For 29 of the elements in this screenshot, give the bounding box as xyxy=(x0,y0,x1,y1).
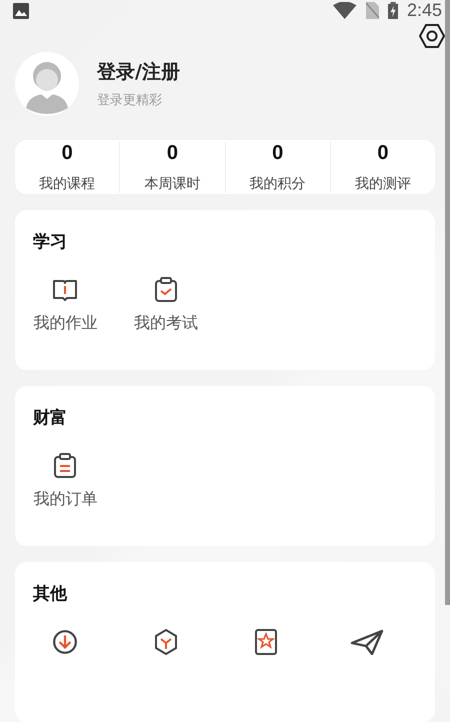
login-register-link[interactable]: 登录/注册 xyxy=(97,59,180,86)
book-icon[interactable] xyxy=(52,277,78,303)
stat-label[interactable]: 我的测评 xyxy=(354,174,411,193)
menu-item-label[interactable]: 我的作业 xyxy=(33,313,98,334)
menu-item-label[interactable]: 我的订单 xyxy=(33,489,98,510)
menu-item-label[interactable]: 我的考试 xyxy=(134,313,198,334)
stat-label[interactable]: 我的课程 xyxy=(39,174,96,193)
section-title: 财富 xyxy=(33,408,67,428)
stat-value: 0 xyxy=(166,142,178,165)
clipboard-list-icon[interactable] xyxy=(52,453,78,479)
battery-charging-icon xyxy=(388,2,398,19)
profile-subtitle: 登录更精彩 xyxy=(97,92,163,110)
stat-value: 0 xyxy=(272,142,284,165)
stat-label[interactable]: 我的积分 xyxy=(250,174,306,193)
stat-value: 0 xyxy=(377,142,388,165)
stat-label[interactable]: 本周课时 xyxy=(144,174,200,193)
star-card-icon[interactable] xyxy=(253,629,280,655)
no-sim-icon xyxy=(366,2,379,19)
image-icon xyxy=(13,2,29,18)
settings-icon[interactable] xyxy=(419,24,445,48)
paper-plane-icon[interactable] xyxy=(350,629,384,655)
stat-value: 0 xyxy=(62,142,73,165)
hexagon-icon[interactable] xyxy=(152,629,179,655)
clipboard-check-icon[interactable] xyxy=(152,277,179,303)
download-icon[interactable] xyxy=(52,629,78,655)
section-title: 学习 xyxy=(33,232,67,252)
clock-time: 2:45 xyxy=(406,0,442,21)
section-title: 其他 xyxy=(33,584,67,604)
wifi-icon xyxy=(333,2,357,19)
